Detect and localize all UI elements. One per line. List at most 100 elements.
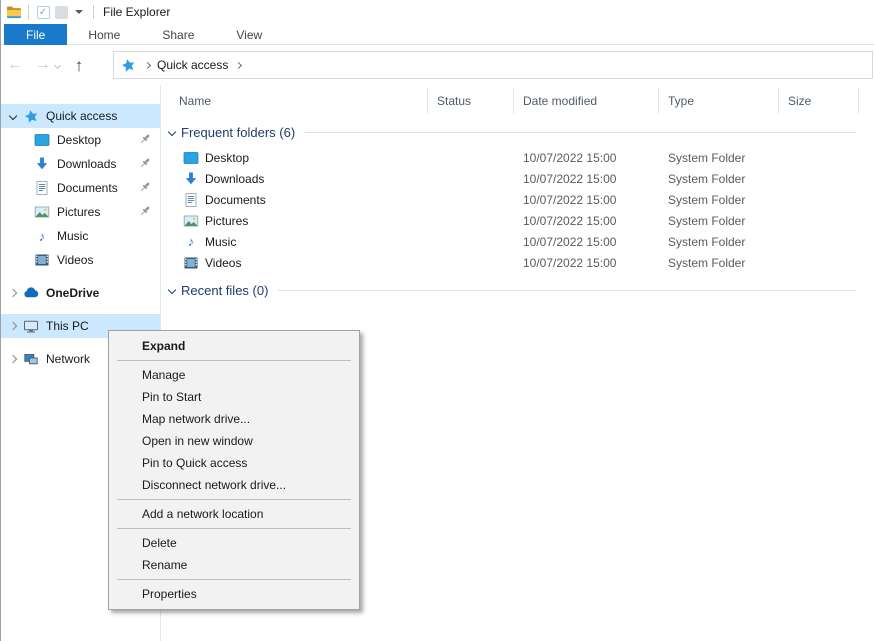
document-icon	[34, 180, 50, 196]
file-row-music[interactable]: ♪Music 10/07/2022 15:00 System Folder	[161, 231, 874, 252]
customize-toolbar-caret[interactable]	[70, 3, 88, 21]
ribbon-tab-bar: File Home Share View	[1, 24, 874, 45]
tab-view[interactable]: View	[215, 24, 283, 45]
cell-date-modified: 10/07/2022 15:00	[514, 214, 659, 228]
menu-separator	[117, 499, 351, 500]
cell-type: System Folder	[659, 235, 779, 249]
file-row-documents[interactable]: Documents 10/07/2022 15:00 System Folder	[161, 189, 874, 210]
quick-access-star-icon	[23, 108, 39, 124]
window-title: File Explorer	[103, 5, 170, 19]
cell-type: System Folder	[659, 256, 779, 270]
menu-item-open-in-new-window[interactable]: Open in new window	[109, 430, 359, 452]
context-menu: Expand Manage Pin to Start Map network d…	[108, 330, 360, 610]
onedrive-cloud-icon	[23, 285, 39, 301]
chevron-right-icon[interactable]	[9, 355, 17, 363]
videos-film-icon	[183, 255, 199, 271]
sidebar-item-quick-access[interactable]: Quick access	[1, 104, 160, 128]
recent-locations-caret[interactable]	[54, 61, 61, 68]
group-header-recent-files[interactable]: Recent files (0)	[161, 281, 874, 299]
file-row-downloads[interactable]: Downloads 10/07/2022 15:00 System Folder	[161, 168, 874, 189]
back-icon[interactable]: ←	[1, 57, 29, 73]
cell-date-modified: 10/07/2022 15:00	[514, 256, 659, 270]
sidebar-item-music[interactable]: ♪ Music	[1, 224, 160, 248]
cell-type: System Folder	[659, 151, 779, 165]
tab-share[interactable]: Share	[141, 24, 215, 45]
file-row-pictures[interactable]: Pictures 10/07/2022 15:00 System Folder	[161, 210, 874, 231]
menu-item-manage[interactable]: Manage	[109, 364, 359, 386]
properties-check-icon[interactable]: ✓	[34, 3, 52, 21]
breadcrumb-chevron-icon[interactable]	[235, 61, 242, 68]
cell-date-modified: 10/07/2022 15:00	[514, 193, 659, 207]
this-pc-monitor-icon	[23, 318, 39, 334]
address-bar[interactable]: Quick access	[113, 51, 873, 79]
chevron-down-icon[interactable]	[168, 128, 176, 136]
cell-type: System Folder	[659, 214, 779, 228]
toolbar-separator	[93, 5, 94, 19]
tab-home[interactable]: Home	[67, 24, 141, 45]
pin-icon	[138, 180, 152, 197]
menu-item-pin-to-start[interactable]: Pin to Start	[109, 386, 359, 408]
cell-type: System Folder	[659, 172, 779, 186]
toolbar-separator	[28, 5, 29, 19]
menu-item-map-network-drive[interactable]: Map network drive...	[109, 408, 359, 430]
document-icon	[183, 192, 199, 208]
videos-film-icon	[34, 252, 50, 268]
quick-access-star-icon	[121, 58, 136, 73]
menu-separator	[117, 528, 351, 529]
pin-icon	[138, 132, 152, 149]
column-header-size[interactable]: Size	[779, 88, 859, 114]
sidebar-item-downloads[interactable]: Downloads	[1, 152, 160, 176]
menu-item-disconnect-network-drive[interactable]: Disconnect network drive...	[109, 474, 359, 496]
breadcrumb-item-quick-access[interactable]: Quick access	[157, 58, 228, 72]
chevron-down-icon[interactable]	[168, 286, 176, 294]
file-row-videos[interactable]: Videos 10/07/2022 15:00 System Folder	[161, 252, 874, 273]
downloads-arrow-icon	[183, 171, 199, 187]
pin-icon	[138, 156, 152, 173]
desktop-icon	[183, 150, 199, 166]
music-note-icon: ♪	[183, 234, 199, 250]
cell-date-modified: 10/07/2022 15:00	[514, 235, 659, 249]
pictures-icon	[34, 204, 50, 220]
group-divider	[278, 290, 856, 291]
downloads-arrow-icon	[34, 156, 50, 172]
cell-date-modified: 10/07/2022 15:00	[514, 151, 659, 165]
chevron-right-icon[interactable]	[9, 322, 17, 330]
menu-item-pin-to-quick-access[interactable]: Pin to Quick access	[109, 452, 359, 474]
explorer-folder-icon	[5, 3, 23, 21]
new-folder-icon[interactable]	[52, 3, 70, 21]
column-header-date-modified[interactable]: Date modified	[514, 88, 659, 114]
column-headers: Name Status Date modified Type Size	[161, 88, 874, 114]
sidebar-item-onedrive[interactable]: OneDrive	[1, 281, 160, 305]
menu-item-add-network-location[interactable]: Add a network location	[109, 503, 359, 525]
menu-separator	[117, 360, 351, 361]
group-header-frequent-folders[interactable]: Frequent folders (6)	[161, 123, 874, 141]
menu-item-properties[interactable]: Properties	[109, 583, 359, 605]
file-row-desktop[interactable]: Desktop 10/07/2022 15:00 System Folder	[161, 147, 874, 168]
sidebar-item-videos[interactable]: Videos	[1, 248, 160, 272]
cell-date-modified: 10/07/2022 15:00	[514, 172, 659, 186]
network-computer-icon	[23, 351, 39, 367]
cell-type: System Folder	[659, 193, 779, 207]
column-header-name[interactable]: Name	[161, 88, 428, 114]
file-explorer-window: ✓ File Explorer File Home Share View ← →…	[0, 0, 874, 641]
column-header-type[interactable]: Type	[659, 88, 779, 114]
music-note-icon: ♪	[34, 228, 50, 244]
chevron-down-icon[interactable]	[9, 112, 17, 120]
sidebar-item-pictures[interactable]: Pictures	[1, 200, 160, 224]
menu-item-expand[interactable]: Expand	[109, 335, 359, 357]
title-bar: ✓ File Explorer	[1, 0, 874, 24]
up-icon[interactable]: ↑	[64, 57, 94, 74]
breadcrumb-chevron-icon[interactable]	[144, 61, 151, 68]
pin-icon	[138, 204, 152, 221]
menu-item-delete[interactable]: Delete	[109, 532, 359, 554]
group-divider	[305, 132, 856, 133]
chevron-right-icon[interactable]	[9, 289, 17, 297]
menu-item-rename[interactable]: Rename	[109, 554, 359, 576]
sidebar-item-documents[interactable]: Documents	[1, 176, 160, 200]
column-header-status[interactable]: Status	[428, 88, 514, 114]
pictures-icon	[183, 213, 199, 229]
sidebar-item-desktop[interactable]: Desktop	[1, 128, 160, 152]
navigation-bar: ← → ↑ Quick access	[1, 45, 874, 85]
tab-file[interactable]: File	[4, 24, 67, 45]
menu-separator	[117, 579, 351, 580]
